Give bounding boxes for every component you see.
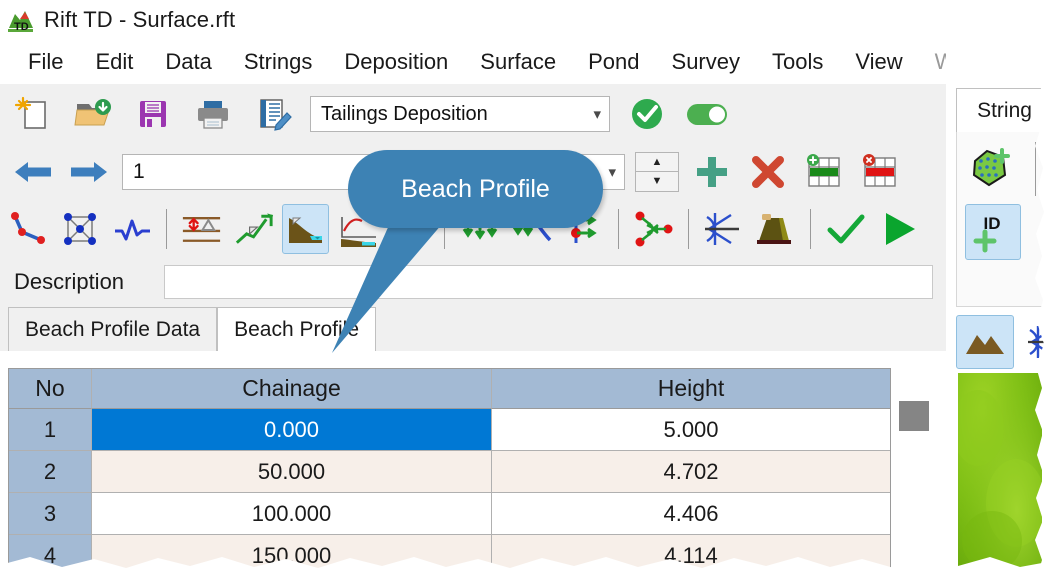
- menu-data[interactable]: Data: [149, 49, 227, 75]
- check-icon[interactable]: [822, 204, 869, 254]
- table-row[interactable]: 1 0.000 5.000: [9, 409, 890, 451]
- description-label: Description: [14, 269, 125, 294]
- table-add-row-icon[interactable]: [801, 149, 847, 195]
- terrain-td-icon: TD: [6, 6, 36, 34]
- beach-profile-icon[interactable]: [282, 204, 329, 254]
- description-row: Description: [0, 259, 1038, 305]
- table-delete-row-icon[interactable]: [857, 149, 903, 195]
- new-document-icon[interactable]: [10, 91, 56, 137]
- chainage-cell[interactable]: 150.000: [92, 535, 492, 577]
- chevron-down-icon: ▾: [608, 163, 616, 181]
- plus-icon[interactable]: [689, 149, 735, 195]
- open-folder-icon[interactable]: [70, 91, 116, 137]
- column-header-height[interactable]: Height: [492, 369, 890, 409]
- row-number-cell[interactable]: 1: [9, 409, 92, 451]
- chainage-cell[interactable]: 50.000: [92, 451, 492, 493]
- application-window: TD Rift TD - Surface.rft File Edit Data …: [0, 0, 1038, 577]
- menu-survey[interactable]: Survey: [656, 49, 756, 75]
- string-number-stepper[interactable]: ▲ ▼: [635, 151, 679, 192]
- menu-bar: File Edit Data Strings Deposition Surfac…: [0, 40, 1038, 84]
- id-add-icon[interactable]: ID: [965, 204, 1021, 260]
- description-input[interactable]: [164, 265, 933, 299]
- row-number-cell[interactable]: 4: [9, 535, 92, 577]
- main-toolbar: Tailings Deposition ▾: [0, 84, 1038, 144]
- chevron-down-icon: ▾: [593, 106, 601, 123]
- triangulation-icon[interactable]: [56, 204, 103, 254]
- table-row[interactable]: 3 100.000 4.406: [9, 493, 890, 535]
- stepper-down-icon[interactable]: ▼: [636, 172, 678, 191]
- svg-text:TD: TD: [14, 21, 29, 33]
- terrain-map-preview[interactable]: [952, 373, 1046, 571]
- menu-view[interactable]: View: [839, 49, 918, 75]
- height-cell[interactable]: 4.702: [492, 451, 890, 493]
- menu-edit[interactable]: Edit: [79, 49, 149, 75]
- run-play-icon[interactable]: [874, 204, 921, 254]
- beach-profile-table: No Chainage Height 1 0.000 5.000 2 50.00…: [8, 368, 936, 577]
- toolbar-separator: [166, 209, 167, 249]
- table-row[interactable]: 2 50.000 4.702: [9, 451, 890, 493]
- elevation-delta-icon[interactable]: [178, 204, 225, 254]
- panel-separator: [1035, 142, 1036, 196]
- flow-converge-icon[interactable]: [630, 204, 677, 254]
- tab-bar: Beach Profile Data Beach Profile: [0, 305, 1038, 351]
- string-tool-panel: ID: [956, 132, 1053, 307]
- terrain-mountain-icon[interactable]: [956, 315, 1014, 369]
- tab-string[interactable]: String: [956, 88, 1053, 132]
- row-number-cell[interactable]: 2: [9, 451, 92, 493]
- tab-beach-profile-data[interactable]: Beach Profile Data: [8, 307, 218, 351]
- cross-icon[interactable]: [745, 149, 791, 195]
- stepper-up-icon[interactable]: ▲: [636, 153, 678, 172]
- menu-pond[interactable]: Pond: [572, 49, 655, 75]
- deposition-mode-value: Tailings Deposition: [321, 102, 488, 125]
- tooltip-text: Beach Profile: [401, 174, 550, 203]
- arrow-right-icon[interactable]: [66, 149, 112, 195]
- window-title: Rift TD - Surface.rft: [44, 7, 236, 32]
- slope-arrow-icon[interactable]: [230, 204, 277, 254]
- tooltip-balloon: Beach Profile: [348, 150, 603, 228]
- height-cell[interactable]: 4.114: [492, 535, 890, 577]
- row-number-cell[interactable]: 3: [9, 493, 92, 535]
- edit-report-icon[interactable]: [250, 91, 296, 137]
- chainage-cell[interactable]: 0.000: [92, 409, 492, 451]
- save-floppy-icon[interactable]: [130, 91, 176, 137]
- polyline-points-icon[interactable]: [4, 204, 51, 254]
- toolbar-separator: [688, 209, 689, 249]
- column-header-no[interactable]: No: [9, 369, 92, 409]
- arrow-left-icon[interactable]: [10, 149, 56, 195]
- height-cell[interactable]: 5.000: [492, 409, 890, 451]
- toolbar-separator: [810, 209, 811, 249]
- print-icon[interactable]: [190, 91, 236, 137]
- toggle-switch-on-icon[interactable]: [684, 91, 730, 137]
- embankment-icon[interactable]: [752, 204, 799, 254]
- deposition-mode-combo[interactable]: Tailings Deposition ▾: [310, 96, 610, 132]
- chainage-cell[interactable]: 100.000: [92, 493, 492, 535]
- title-bar: TD Rift TD - Surface.rft: [0, 0, 1038, 40]
- data-grid: No Chainage Height 1 0.000 5.000 2 50.00…: [8, 368, 891, 577]
- menu-file[interactable]: File: [12, 49, 79, 75]
- scrollbar-thumb[interactable]: [898, 401, 929, 431]
- table-header-row: No Chainage Height: [9, 369, 890, 409]
- polygon-add-icon[interactable]: [965, 142, 1019, 196]
- waveform-icon[interactable]: [108, 204, 155, 254]
- toolbar-separator: [618, 209, 619, 249]
- height-cell[interactable]: 4.406: [492, 493, 890, 535]
- menu-surface[interactable]: Surface: [464, 49, 572, 75]
- table-scrollbar[interactable]: [891, 368, 936, 573]
- axes-cross-small-icon[interactable]: [1020, 315, 1053, 369]
- menu-deposition[interactable]: Deposition: [328, 49, 464, 75]
- menu-strings[interactable]: Strings: [228, 49, 328, 75]
- axes-cross-icon[interactable]: [700, 204, 747, 254]
- right-panel: String ID: [946, 0, 1053, 577]
- column-header-chainage[interactable]: Chainage: [92, 369, 492, 409]
- table-row[interactable]: 4 150.000 4.114: [9, 535, 890, 577]
- menu-tools[interactable]: Tools: [756, 49, 839, 75]
- green-check-circle-icon[interactable]: [624, 91, 670, 137]
